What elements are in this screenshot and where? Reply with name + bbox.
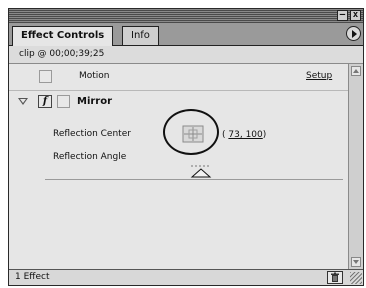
divider — [45, 179, 343, 180]
close-button[interactable]: x — [350, 10, 361, 21]
reflection-center-value[interactable]: ( 73, 100) — [222, 130, 266, 140]
reflection-center-label: Reflection Center — [53, 129, 131, 139]
status-bar: 1 Effect — [9, 269, 363, 285]
panel-menu-arrow-icon[interactable] — [346, 26, 361, 41]
tab-effect-controls[interactable]: Effect Controls — [12, 26, 114, 46]
clip-timecode: clip @ 00;00;39;25 — [9, 46, 363, 64]
minimize-button[interactable]: – — [337, 10, 348, 21]
motion-effect-row: Motion Setup — [9, 64, 348, 91]
effect-toggle-fx[interactable]: f — [38, 95, 52, 108]
mirror-label: Mirror — [77, 96, 113, 107]
vertical-scrollbar[interactable] — [348, 64, 363, 269]
title-bar[interactable]: – x — [9, 9, 363, 23]
setup-link[interactable]: Setup — [306, 71, 332, 81]
scroll-down-icon[interactable] — [351, 257, 361, 267]
scroll-up-icon[interactable] — [351, 66, 361, 76]
effect-controls-panel: – x Effect Controls Info clip @ 00;00;39… — [8, 8, 364, 286]
reflection-center-coordinates[interactable]: 73, 100 — [228, 130, 262, 140]
angle-triangle-icon[interactable] — [189, 165, 213, 179]
crosshair-target-icon[interactable] — [182, 125, 204, 143]
twirl-down-triangle-icon[interactable] — [18, 98, 28, 105]
trash-icon[interactable] — [327, 271, 343, 284]
reflection-angle-label: Reflection Angle — [53, 152, 127, 162]
motion-enable-checkbox[interactable] — [39, 70, 52, 83]
coord-open-paren: ( — [222, 130, 226, 140]
keyframe-toggle-box[interactable] — [57, 95, 70, 108]
tab-bar: Effect Controls Info — [9, 23, 363, 46]
resize-grip-icon[interactable] — [350, 272, 362, 284]
tab-info[interactable]: Info — [122, 26, 159, 45]
mirror-effect-row: f Mirror — [9, 94, 348, 110]
effect-count: 1 Effect — [15, 272, 50, 282]
motion-label: Motion — [79, 71, 110, 81]
effects-list: Motion Setup f Mirror Reflection Center … — [9, 64, 348, 269]
coord-close-paren: ) — [262, 130, 267, 140]
